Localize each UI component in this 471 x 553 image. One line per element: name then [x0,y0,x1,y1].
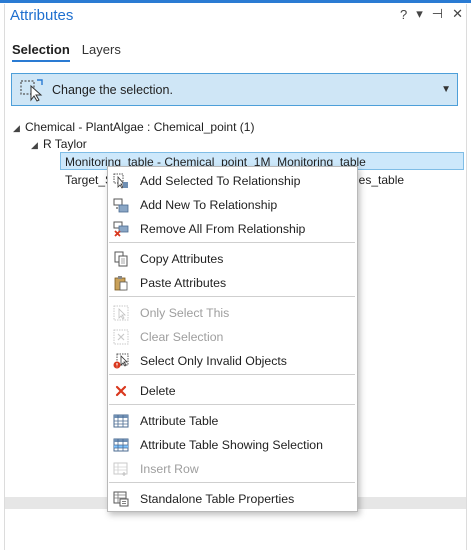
pin-icon[interactable]: ⊣ [432,6,443,22]
menu-item-attribute-table-selection[interactable]: Attribute Table Showing Selection [109,433,355,457]
tab-layers[interactable]: Layers [82,42,121,62]
menu-item-add-new[interactable]: Add New To Relationship [109,193,355,217]
copy-icon [114,251,128,267]
delete-icon [115,385,127,397]
pane-tabs: Selection Layers [12,42,121,62]
menu-item-table-properties[interactable]: Standalone Table Properties [109,487,355,511]
tree-node-relationship-2-tail[interactable]: ies_table [356,171,404,189]
menu-item-label: Insert Row [140,462,199,476]
table-icon [113,414,129,428]
menu-separator [109,242,355,243]
pane-menu-button[interactable]: ▾ [416,6,423,22]
invalid-objects-icon [113,353,129,369]
menu-item-label: Remove All From Relationship [140,222,306,236]
select-this-icon [113,305,129,321]
table-properties-icon [113,491,129,507]
menu-item-label: Attribute Table Showing Selection [140,438,323,452]
menu-separator [109,374,355,375]
menu-item-clear-selection[interactable]: Clear Selection [109,325,355,349]
selection-mode-label: Change the selection. [52,83,173,97]
menu-item-label: Attribute Table [140,414,219,428]
menu-separator [109,482,355,483]
menu-item-add-selected[interactable]: Add Selected To Relationship [109,169,355,193]
menu-item-label: Add Selected To Relationship [140,174,301,188]
expand-triangle-icon[interactable]: ◢ [13,119,25,137]
table-selection-icon [113,438,129,452]
expand-triangle-icon[interactable]: ◢ [31,136,43,154]
tree-node-root[interactable]: ◢ Chemical - PlantAlgae : Chemical_point … [13,118,254,136]
tab-selection[interactable]: Selection [12,42,70,62]
menu-item-select-invalid[interactable]: Select Only Invalid Objects [109,349,355,373]
menu-item-label: Select Only Invalid Objects [140,354,287,368]
menu-item-copy-attributes[interactable]: Copy Attributes [109,247,355,271]
close-icon[interactable]: ✕ [452,6,463,22]
pane-controls: ? ▾ ⊣ ✕ [400,6,463,22]
menu-item-label: Paste Attributes [140,276,227,290]
context-menu: Add Selected To Relationship Add New To … [107,166,358,512]
menu-item-delete[interactable]: Delete [109,379,355,403]
menu-item-label: Add New To Relationship [140,198,278,212]
add-selected-icon [113,173,128,189]
tree-node-root-label: Chemical - PlantAlgae : Chemical_point (… [25,120,255,134]
menu-item-label: Standalone Table Properties [140,492,295,506]
menu-item-label: Delete [140,384,176,398]
pane-top-accent [0,0,471,3]
tree-node-relationship-2-tail-label: ies_table [356,173,405,187]
menu-item-label: Clear Selection [140,330,224,344]
tree-node-feature[interactable]: ◢ R Taylor [31,135,87,153]
menu-item-insert-row[interactable]: Insert Row [109,457,355,481]
help-button[interactable]: ? [400,7,407,22]
menu-item-only-select-this[interactable]: Only Select This [109,301,355,325]
menu-separator [109,404,355,405]
menu-item-paste-attributes[interactable]: Paste Attributes [109,271,355,295]
clear-selection-icon [113,329,129,345]
menu-item-label: Only Select This [140,306,230,320]
menu-item-attribute-table[interactable]: Attribute Table [109,409,355,433]
insert-row-icon [113,462,128,476]
selection-mode-dropdown[interactable]: Change the selection. ▼ [11,73,458,106]
change-selection-icon [20,79,43,102]
pane-title: Attributes [10,7,74,24]
menu-item-remove-all[interactable]: Remove All From Relationship [109,217,355,241]
chevron-down-icon: ▼ [441,84,451,95]
tree-node-relationship-2-label: Target_S [65,173,114,187]
paste-icon [114,276,128,291]
tree-node-relationship-2[interactable]: Target_S [65,171,113,189]
remove-all-icon [113,221,129,237]
menu-item-label: Copy Attributes [140,252,224,266]
menu-separator [109,296,355,297]
add-new-icon [113,198,129,213]
tree-node-feature-label: R Taylor [43,137,87,151]
